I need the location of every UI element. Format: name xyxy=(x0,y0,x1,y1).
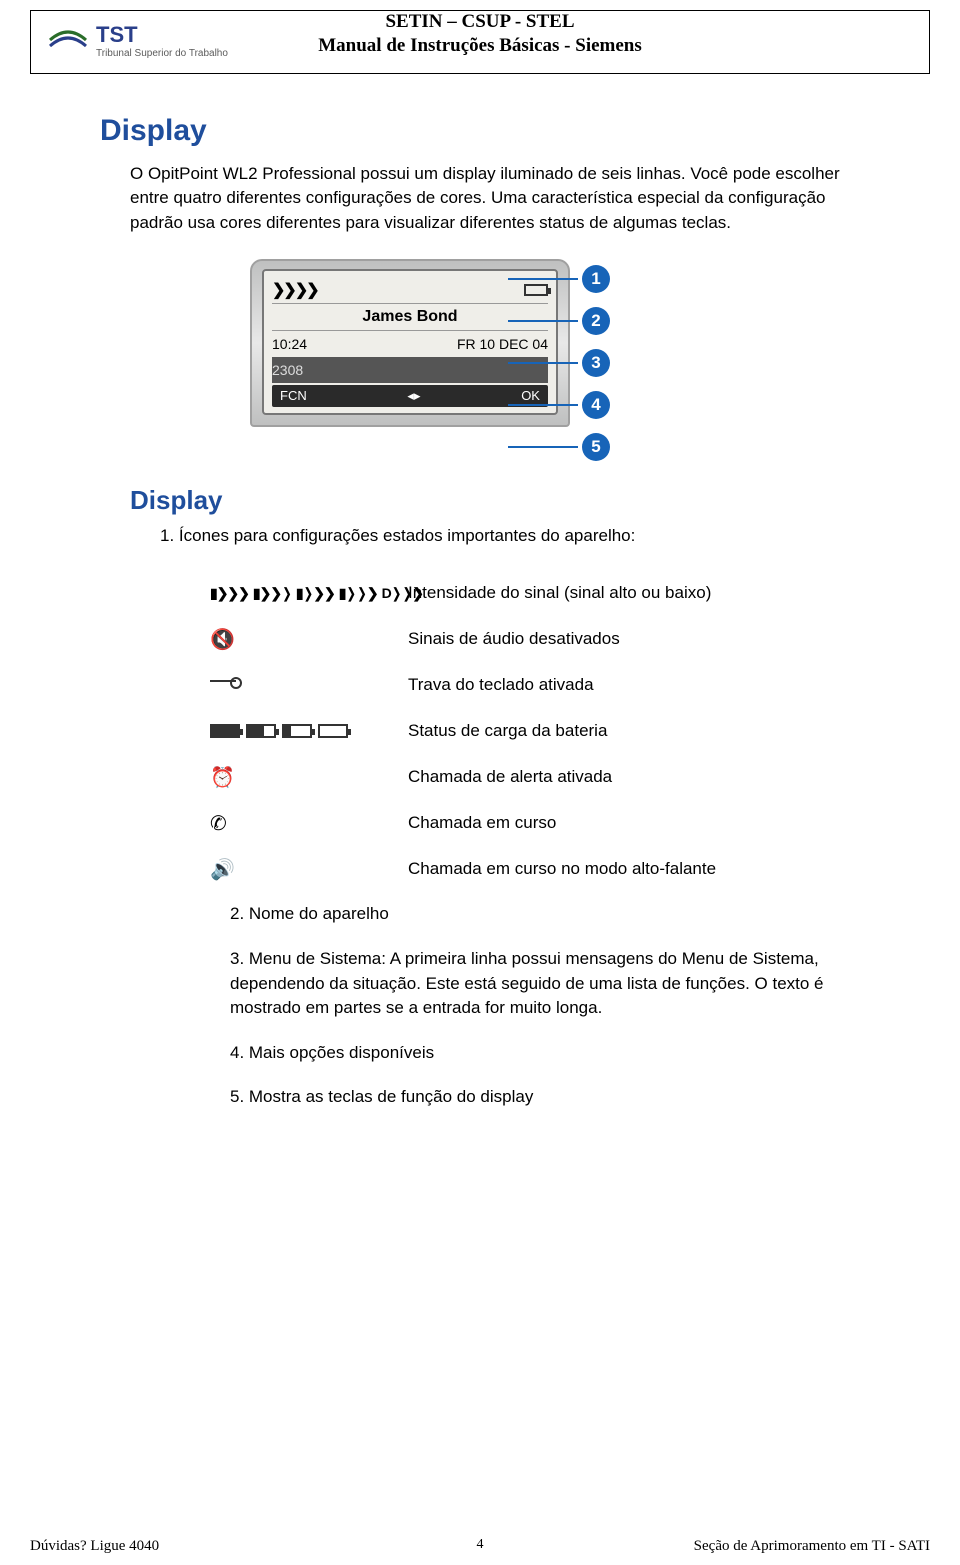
legend-keylock: Trava do teclado ativada xyxy=(210,670,860,700)
num-item-2: 2. Nome do aparelho xyxy=(230,902,860,927)
screen-datetime-row: 10:24 FR 10 DEC 04 xyxy=(272,331,548,357)
legend-alarm: ⏰ Chamada de alerta ativada xyxy=(210,762,860,792)
softkey-left: FCN xyxy=(280,388,307,404)
signal-levels-icon: ▮❯❯❯▮❯❯❭▮❭❯❯▮❭❭❯D❭❭❯ xyxy=(210,585,380,602)
numbered-list: 2. Nome do aparelho 3. Menu de Sistema: … xyxy=(230,902,860,1110)
footer-left: Dúvidas? Ligue 4040 xyxy=(30,1538,159,1555)
key-icon xyxy=(210,680,236,682)
page-header: SETIN – CSUP - STEL Manual de Instruções… xyxy=(0,0,960,74)
section-title-display-1: Display xyxy=(100,114,860,148)
signal-icon: ❯❯❯❯ xyxy=(272,280,318,300)
callout-4: 4 xyxy=(582,391,610,419)
callout-column: 1 2 3 4 5 xyxy=(582,259,610,461)
alarm-icon: ⏰ xyxy=(210,765,235,790)
legend-signal-label: Intensidade do sinal (sinal alto ou baix… xyxy=(408,583,711,603)
screen-time: 10:24 xyxy=(272,336,307,352)
legend-alarm-label: Chamada de alerta ativada xyxy=(408,767,612,787)
legend-mute-label: Sinais de áudio desativados xyxy=(408,629,620,649)
mute-icon: 🔇 xyxy=(210,627,235,652)
legend-mute: 🔇 Sinais de áudio desativados xyxy=(210,624,860,654)
callout-5: 5 xyxy=(582,433,610,461)
icon-legend: ▮❯❯❯▮❯❯❭▮❭❯❯▮❭❭❯D❭❭❯ Intensidade do sina… xyxy=(210,578,860,884)
tst-logo-svg: TST Tribunal Superior do Trabalho xyxy=(46,20,256,64)
legend-battery-label: Status de carga da bateria xyxy=(408,721,607,741)
screen-name: James Bond xyxy=(272,303,548,331)
legend-battery: Status de carga da bateria xyxy=(210,716,860,746)
screen-date: FR 10 DEC 04 xyxy=(457,336,548,352)
legend-speaker: 🔊 Chamada em curso no modo alto-falante xyxy=(210,854,860,884)
screen-softkeys: FCN ◂▸ OK xyxy=(272,385,548,407)
callout-3: 3 xyxy=(582,349,610,377)
legend-speaker-label: Chamada em curso no modo alto-falante xyxy=(408,859,716,879)
battery-icon xyxy=(524,284,548,296)
page-content: Display O OpitPoint WL2 Professional pos… xyxy=(0,74,960,1111)
softkey-mid: ◂▸ xyxy=(407,388,420,404)
screen-extension-value: 2308 xyxy=(272,362,303,378)
svg-text:Tribunal Superior do Trabalho: Tribunal Superior do Trabalho xyxy=(96,48,228,59)
svg-text:TST: TST xyxy=(96,22,138,47)
phone-body: ❯❯❯❯ James Bond 10:24 FR 10 DEC 04 2308 … xyxy=(250,259,570,427)
callout-2: 2 xyxy=(582,307,610,335)
tst-logo: TST Tribunal Superior do Trabalho xyxy=(31,11,271,73)
softkey-right: OK xyxy=(521,388,540,404)
page-number: 4 xyxy=(477,1537,484,1553)
num-item-3: 3. Menu de Sistema: A primeira linha pos… xyxy=(230,947,860,1021)
legend-call-label: Chamada em curso xyxy=(408,813,556,833)
num-item-4: 4. Mais opções disponíveis xyxy=(230,1041,860,1066)
legend-call: ✆ Chamada em curso xyxy=(210,808,860,838)
footer-right: Seção de Aprimoramento em TI - SATI xyxy=(694,1538,930,1555)
callout-1: 1 xyxy=(582,265,610,293)
phone-figure: ❯❯❯❯ James Bond 10:24 FR 10 DEC 04 2308 … xyxy=(250,259,710,461)
legend-keylock-label: Trava do teclado ativada xyxy=(408,675,594,695)
section-title-display-2: Display xyxy=(130,485,860,516)
intro-paragraph: O OpitPoint WL2 Professional possui um d… xyxy=(130,162,860,236)
screen-extension: 2308 xyxy=(272,357,548,383)
legend-signal: ▮❯❯❯▮❯❯❭▮❭❯❯▮❭❭❯D❭❭❯ Intensidade do sina… xyxy=(210,578,860,608)
phone-screen: ❯❯❯❯ James Bond 10:24 FR 10 DEC 04 2308 … xyxy=(262,269,558,415)
battery-levels-icon xyxy=(210,724,380,738)
handset-icon: ✆ xyxy=(210,811,227,836)
speaker-icon: 🔊 xyxy=(210,857,235,882)
screen-status-row: ❯❯❯❯ xyxy=(272,277,548,303)
num-item-5: 5. Mostra as teclas de função do display xyxy=(230,1085,860,1110)
list-item-1: 1. Ícones para configurações estados imp… xyxy=(160,524,860,548)
